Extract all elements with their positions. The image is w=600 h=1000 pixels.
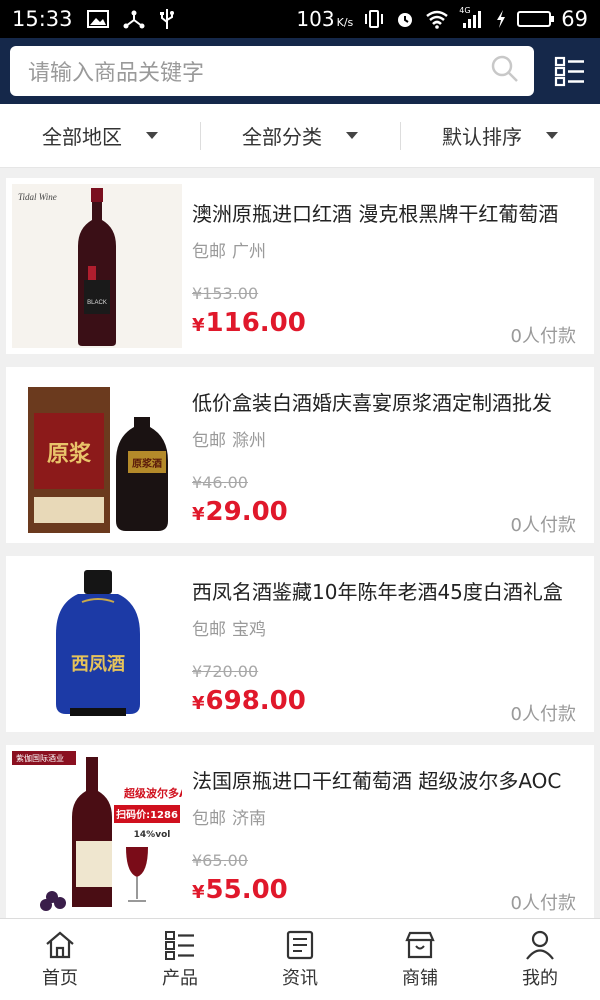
product-city: 广州 (232, 242, 266, 262)
search-placeholder: 请输入商品关键字 (28, 61, 205, 86)
shipping-tag: 包邮 (192, 242, 226, 262)
battery-icon (517, 11, 555, 27)
price-value: 116.00 (205, 308, 306, 338)
sale-price: ¥55.00 (192, 875, 288, 905)
product-image: 西凤酒 (12, 562, 182, 726)
share-icon (123, 9, 145, 29)
caret-down-icon (146, 132, 158, 139)
currency-symbol: ¥ (192, 882, 205, 903)
tab-news[interactable]: 资讯 (240, 919, 360, 1000)
seller-brand-text: 紫伽国际酒业 (16, 753, 64, 763)
tab-label: 我的 (522, 967, 558, 989)
signal-icon: 4G (459, 6, 485, 29)
product-list: Tidal Wine BLACK 澳洲原瓶进口红酒 漫克根黑牌干红葡萄酒 包邮广… (0, 168, 600, 918)
wine-brand-text: Tidal Wine (18, 192, 57, 202)
price-value: 29.00 (205, 497, 288, 527)
paid-count: 0人付款 (510, 893, 576, 914)
tab-label: 资讯 (282, 967, 318, 989)
sale-price: ¥116.00 (192, 308, 306, 338)
net-speed-unit: K/s (336, 16, 354, 29)
tab-home[interactable]: 首页 (0, 919, 120, 1000)
filter-bar: 全部地区 全部分类 默认排序 (0, 104, 600, 168)
filter-label: 全部分类 (242, 125, 322, 149)
tab-products[interactable]: 产品 (120, 919, 240, 1000)
category-menu-button[interactable] (550, 51, 590, 91)
promo-banner-text: 超级波尔多AOC (123, 786, 182, 800)
search-icon[interactable] (490, 54, 520, 88)
shipping-tag: 包邮 (192, 620, 226, 640)
product-card[interactable]: 原浆 原浆酒 低价盒装白酒婚庆喜宴原浆酒定制酒批发 包邮 滁州 ¥46.00 ¥2… (6, 367, 594, 543)
product-card[interactable]: Tidal Wine BLACK 澳洲原瓶进口红酒 漫克根黑牌干红葡萄酒 包邮广… (6, 178, 594, 354)
currency-symbol: ¥ (192, 693, 205, 714)
tab-label: 商铺 (402, 967, 438, 989)
net-speed: 103 (296, 7, 335, 31)
paid-count: 0人付款 (510, 515, 576, 536)
paid-count: 0人付款 (510, 326, 576, 347)
bottom-tab-bar: 首页 产品 资讯 商铺 我的 (0, 918, 600, 1000)
currency-symbol: ¥ (192, 315, 205, 336)
sale-price: ¥29.00 (192, 497, 288, 527)
status-bar: 15:33 103 K/s 4G 69 (0, 0, 600, 38)
product-city: 滁州 (232, 431, 266, 451)
wine-label-text: BLACK (87, 300, 107, 306)
shipping-tag: 包邮 (192, 809, 226, 829)
original-price: ¥153.00 (192, 284, 259, 303)
product-title: 澳洲原瓶进口红酒 漫克根黑牌干红葡萄酒 (192, 202, 559, 226)
price-value: 55.00 (205, 875, 288, 905)
product-city: 宝鸡 (232, 620, 266, 640)
product-image: 紫伽国际酒业 超级波尔多AOC 扫码价:1286 14%vol (12, 751, 182, 915)
currency-symbol: ¥ (192, 504, 205, 525)
filter-sort[interactable]: 默认排序 (400, 104, 600, 167)
product-title: 西凤名酒鉴藏10年陈年老酒45度白酒礼盒 (192, 580, 563, 604)
user-icon (526, 930, 554, 960)
paid-count: 0人付款 (510, 704, 576, 725)
price-value: 698.00 (205, 686, 306, 716)
caret-down-icon (346, 132, 358, 139)
news-icon (286, 930, 314, 959)
search-input[interactable]: 请输入商品关键字 (10, 46, 534, 96)
liquor-box-text: 原浆 (47, 441, 92, 467)
product-city: 济南 (232, 809, 266, 829)
caret-down-icon (546, 132, 558, 139)
image-icon (86, 10, 109, 28)
alarm-icon (395, 9, 415, 29)
sale-price: ¥698.00 (192, 686, 306, 716)
app-header: 请输入商品关键字 (0, 38, 600, 104)
tab-label: 首页 (42, 967, 78, 989)
product-card[interactable]: 紫伽国际酒业 超级波尔多AOC 扫码价:1286 14%vol 法国原瓶进口干红… (6, 745, 594, 918)
product-image: 原浆 原浆酒 (12, 373, 182, 537)
shipping-tag: 包邮 (192, 431, 226, 451)
original-price: ¥46.00 (192, 473, 248, 492)
filter-category[interactable]: 全部分类 (200, 104, 400, 167)
original-price: ¥720.00 (192, 662, 259, 681)
charging-icon (495, 9, 507, 29)
tab-label: 产品 (162, 967, 198, 989)
liquor-bottle-text: 西凤酒 (71, 653, 125, 675)
network-type: 4G (459, 6, 471, 15)
store-icon (405, 931, 435, 958)
product-image: Tidal Wine BLACK (12, 184, 182, 348)
tab-store[interactable]: 商铺 (360, 919, 480, 1000)
liquor-bottle-text: 原浆酒 (132, 457, 162, 470)
product-title: 低价盒装白酒婚庆喜宴原浆酒定制酒批发 (192, 391, 552, 415)
product-title: 法国原瓶进口干红葡萄酒 超级波尔多AOC (192, 769, 562, 793)
status-time: 15:33 (12, 7, 73, 31)
filter-region[interactable]: 全部地区 (0, 104, 200, 167)
abv-text: 14%vol (134, 830, 171, 840)
home-icon (46, 931, 74, 958)
original-price: ¥65.00 (192, 851, 248, 870)
vibrate-icon (363, 9, 385, 29)
filter-label: 默认排序 (442, 125, 522, 149)
scan-price-text: 扫码价:1286 (116, 808, 178, 821)
usb-icon (159, 8, 175, 30)
list-menu-icon (554, 56, 584, 87)
product-list-icon (165, 930, 194, 960)
product-card[interactable]: 西凤酒 西凤名酒鉴藏10年陈年老酒45度白酒礼盒 包邮 宝鸡 ¥720.00 ¥6… (6, 556, 594, 732)
battery-percent: 69 (561, 7, 588, 31)
wifi-icon (425, 9, 449, 29)
filter-label: 全部地区 (42, 125, 122, 149)
tab-profile[interactable]: 我的 (480, 919, 600, 1000)
